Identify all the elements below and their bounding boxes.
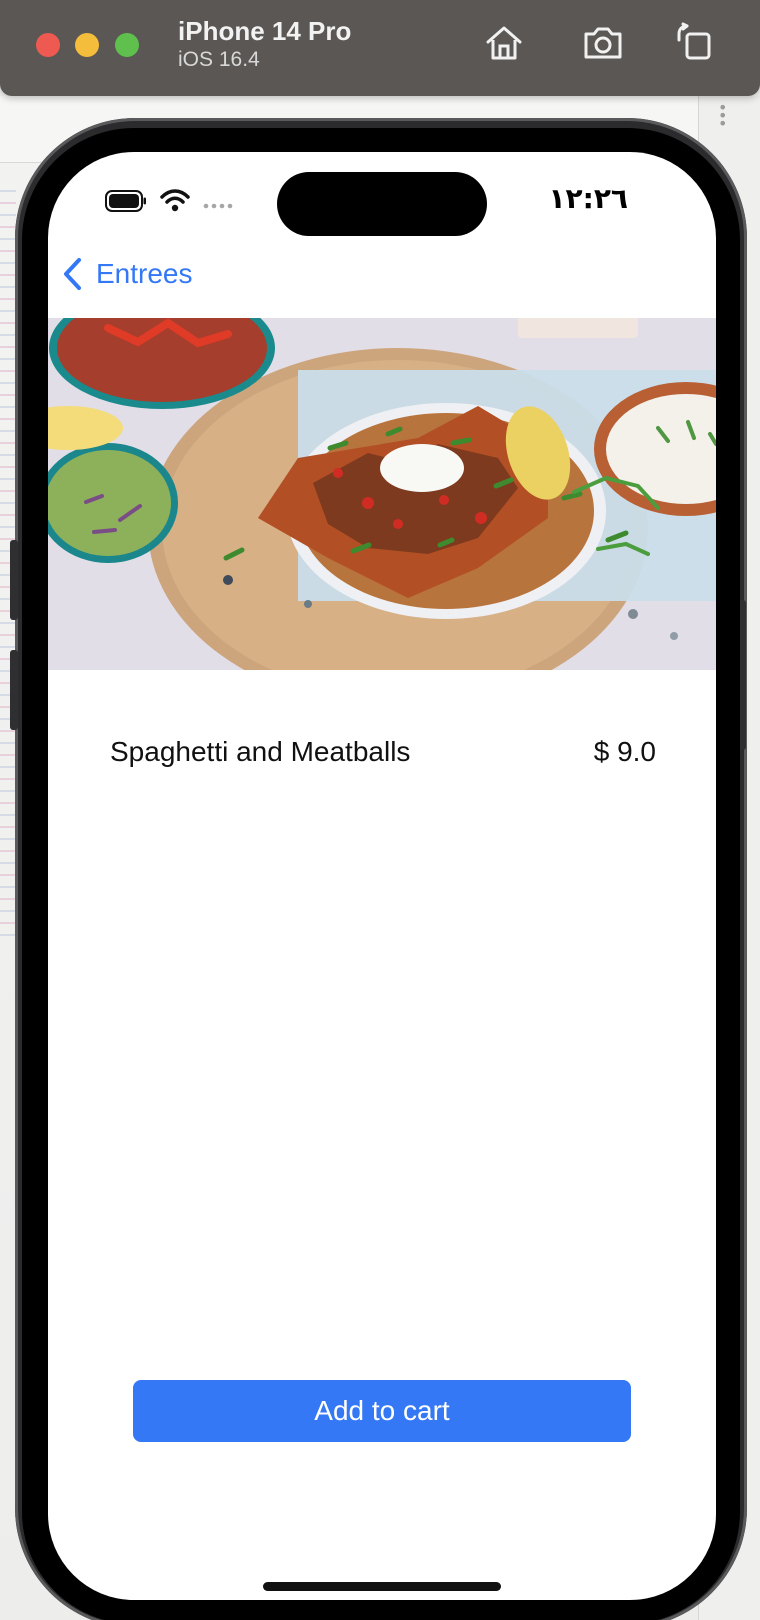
status-time: ١٢:٢٦ — [548, 182, 628, 215]
add-to-cart-button[interactable]: Add to cart — [133, 1380, 631, 1442]
home-indicator[interactable] — [263, 1582, 501, 1591]
dynamic-island — [277, 172, 487, 236]
simulator-title-bar: iPhone 14 Pro iOS 16.4 — [0, 0, 760, 96]
device-name: iPhone 14 Pro — [178, 16, 352, 46]
phone-screen: ١٢:٢٦ Entrees Spaghetti and Meatballs $ … — [48, 152, 716, 1600]
more-icon: • • • — [718, 98, 728, 133]
close-window-button[interactable] — [36, 33, 60, 57]
minimize-window-button[interactable] — [75, 33, 99, 57]
wifi-icon — [160, 189, 190, 212]
cellular-icon — [203, 203, 233, 209]
zoom-window-button[interactable] — [115, 33, 139, 57]
camera-icon[interactable] — [581, 20, 625, 64]
rotate-icon[interactable] — [671, 20, 715, 64]
food-photo — [48, 318, 716, 670]
item-name: Spaghetti and Meatballs — [110, 736, 411, 767]
device-os: iOS 16.4 — [178, 48, 260, 71]
volume-down-button — [10, 650, 18, 730]
item-price: $ 9.0 — [593, 736, 656, 767]
volume-up-button — [10, 540, 18, 620]
battery-icon — [105, 190, 146, 212]
back-label: Entrees — [96, 258, 193, 289]
chevron-left-icon — [64, 258, 81, 290]
hero-food-image — [48, 318, 716, 670]
home-icon[interactable] — [482, 20, 526, 64]
back-button[interactable]: Entrees — [62, 252, 193, 296]
